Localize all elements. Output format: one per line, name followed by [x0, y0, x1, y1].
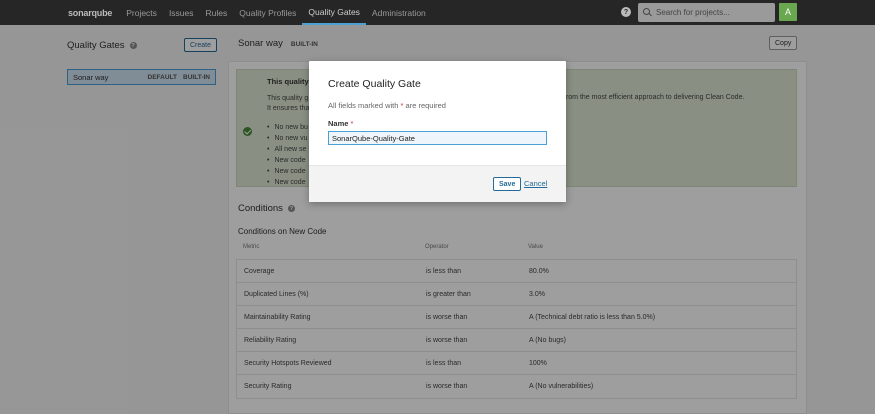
dialog-footer: Save Cancel — [309, 165, 566, 202]
cancel-link[interactable]: Cancel — [524, 179, 547, 188]
top-navigation-bar: sonarqube Projects Issues Rules Quality … — [0, 0, 875, 25]
note-prefix: All fields marked with — [328, 101, 401, 110]
sonarqube-logo[interactable]: sonarqube — [68, 8, 112, 18]
search-box[interactable] — [638, 3, 775, 22]
nav-quality-gates[interactable]: Quality Gates — [302, 0, 366, 25]
note-suffix: are required — [403, 101, 446, 110]
dialog-title: Create Quality Gate — [328, 78, 421, 90]
search-input[interactable] — [656, 8, 771, 17]
name-label: Name * — [328, 119, 353, 128]
name-label-text: Name — [328, 119, 349, 128]
user-avatar[interactable]: A — [779, 3, 797, 21]
required-star: * — [350, 119, 354, 128]
search-icon — [643, 8, 652, 17]
main-nav: Projects Issues Rules Quality Profiles Q… — [120, 0, 432, 25]
nav-quality-profiles[interactable]: Quality Profiles — [233, 0, 302, 25]
nav-issues[interactable]: Issues — [163, 0, 200, 25]
nav-projects[interactable]: Projects — [120, 0, 163, 25]
nav-administration[interactable]: Administration — [366, 0, 432, 25]
nav-rules[interactable]: Rules — [200, 0, 234, 25]
required-fields-note: All fields marked with * are required — [328, 101, 446, 110]
name-input[interactable] — [328, 131, 547, 145]
save-button[interactable]: Save — [493, 177, 522, 191]
create-quality-gate-dialog: Create Quality Gate All fields marked wi… — [309, 61, 566, 202]
help-icon[interactable]: ? — [621, 7, 631, 17]
